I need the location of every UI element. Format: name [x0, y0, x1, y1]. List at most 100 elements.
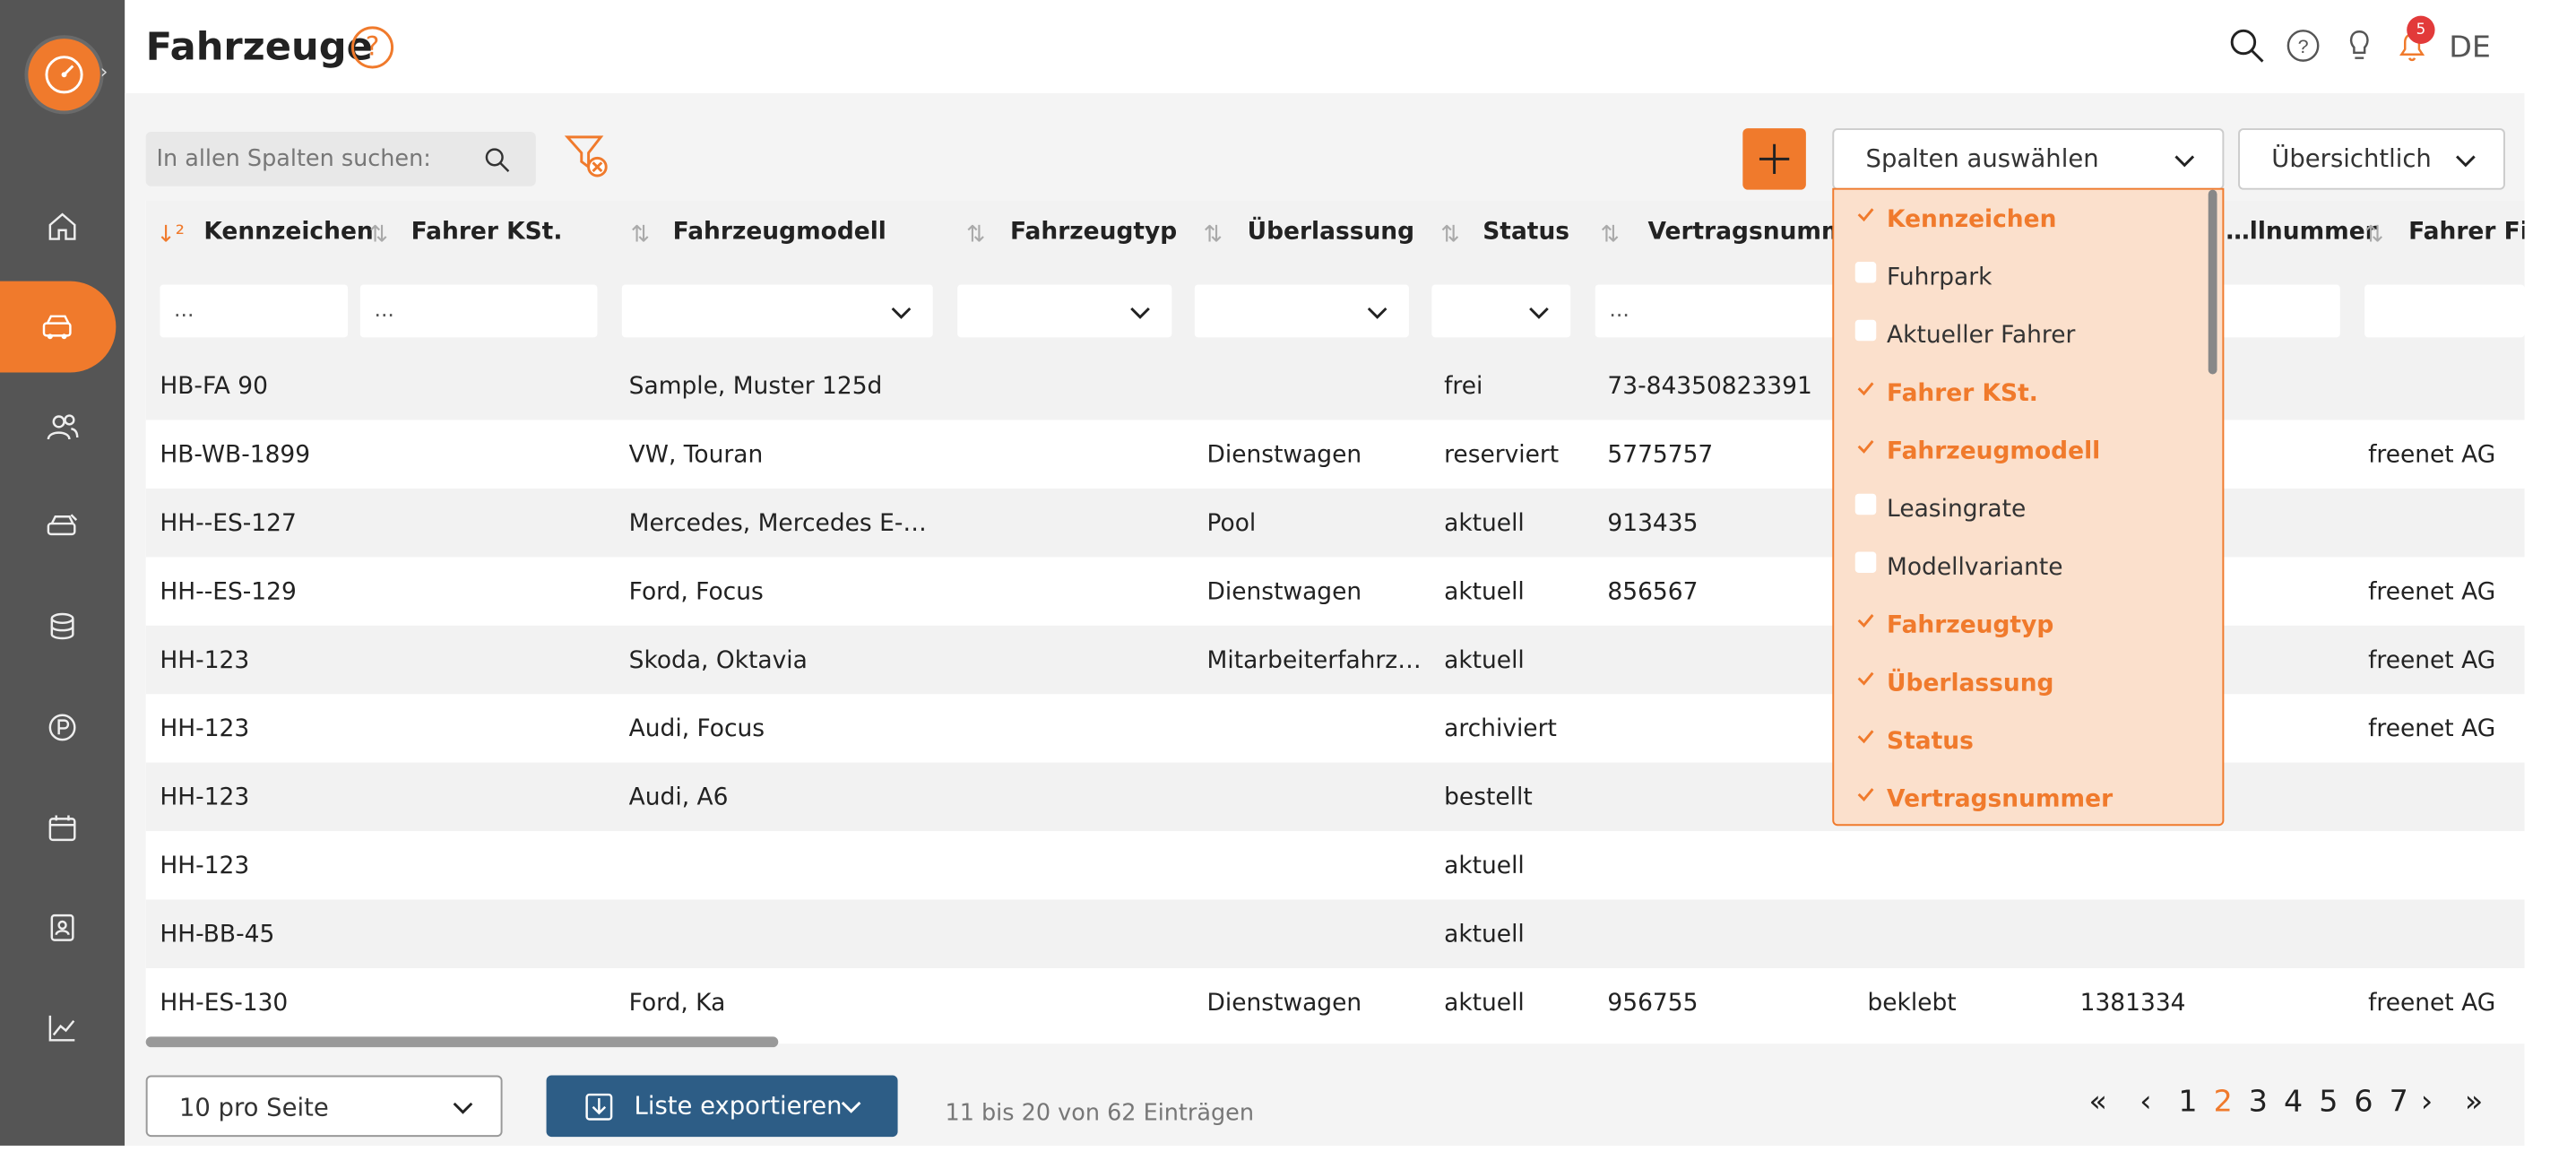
filter-fahrzeugmodell-select[interactable] [621, 284, 933, 338]
language-switcher[interactable]: DE [2449, 30, 2491, 65]
car-damage-icon[interactable] [0, 481, 125, 573]
page-number[interactable]: 3 [2249, 1084, 2268, 1119]
checkmark-icon[interactable] [1855, 668, 1877, 689]
col-ueberlassung[interactable]: Überlassung [1248, 218, 1414, 253]
search-icon[interactable] [2227, 26, 2266, 70]
column-option[interactable]: Überlassung [1834, 657, 2211, 715]
checkbox[interactable] [1854, 493, 1877, 515]
cell-status: aktuell [1444, 646, 1525, 674]
column-option[interactable]: Status [1834, 715, 2211, 774]
column-option[interactable]: Leasingrate [1834, 483, 2211, 541]
column-option[interactable]: Modellvariante [1834, 541, 2211, 600]
table-row[interactable]: HH-123 aktuell [146, 831, 2525, 899]
filter-fahrzeugtyp-select[interactable] [957, 284, 1172, 338]
per-page-select[interactable]: 10 pro Seite [145, 1075, 503, 1138]
filter-status-select[interactable] [1431, 284, 1571, 338]
cell-modell: Sample, Muster 125d [628, 372, 883, 400]
users-icon[interactable] [0, 381, 125, 472]
sort-icon[interactable]: ⇅ [2364, 221, 2383, 247]
col-fahrzeugtyp[interactable]: Fahrzeugtyp [1010, 218, 1177, 253]
cell-modell: Audi, Focus [628, 714, 765, 743]
dropdown-scrollbar[interactable] [2208, 189, 2217, 375]
next-page-icon[interactable]: › [2421, 1084, 2433, 1119]
cell-bestell: 1381334 [2079, 989, 2186, 1017]
cell-status: reserviert [1444, 440, 1560, 469]
col-fahrer-firma[interactable]: Fahrer Fi… [2408, 218, 2524, 253]
column-option[interactable]: Kennzeichen [1834, 194, 2211, 252]
vehicles-icon[interactable] [0, 281, 117, 373]
cell-firma: freenet AG [2368, 440, 2496, 469]
col-kennzeichen[interactable]: Kennzeichen [203, 218, 373, 253]
page-number[interactable]: 4 [2284, 1084, 2303, 1119]
sort-icon[interactable]: ⇅ [631, 221, 650, 247]
checkmark-icon[interactable] [1855, 203, 1877, 225]
page-number[interactable]: 2 [2214, 1084, 2233, 1119]
page-number[interactable]: 6 [2354, 1084, 2373, 1119]
cell-vertrag: 913435 [1607, 509, 1699, 537]
sort-active-icon[interactable]: ↓² [156, 221, 185, 247]
speedometer-logo-icon[interactable] [28, 39, 100, 111]
column-option[interactable]: Fahrer KSt. [1834, 368, 2211, 426]
page-number[interactable]: 5 [2319, 1084, 2338, 1119]
expand-sidebar-icon[interactable]: › [100, 62, 108, 84]
checkbox[interactable] [1854, 262, 1877, 283]
first-page-icon[interactable]: « [2088, 1084, 2106, 1119]
lightbulb-icon[interactable] [2340, 26, 2379, 70]
col-status[interactable]: Status [1482, 218, 1569, 253]
column-option-label: Modellvariante [1887, 553, 2063, 581]
column-option[interactable]: Fuhrpark [1834, 251, 2211, 309]
prev-page-icon[interactable]: ‹ [2139, 1084, 2151, 1119]
coins-icon[interactable] [0, 582, 125, 673]
calendar-icon[interactable] [0, 782, 125, 873]
add-vehicle-button[interactable] [1742, 128, 1806, 190]
checkmark-icon[interactable] [1855, 377, 1877, 399]
home-icon[interactable] [0, 181, 125, 273]
checkmark-icon[interactable] [1855, 610, 1877, 631]
checkbox[interactable] [1854, 551, 1877, 573]
table-row[interactable]: HH-ES-130 Ford, Ka Dienstwagen aktuell 95675… [146, 968, 2525, 1036]
cell-modell: VW, Touran [628, 440, 764, 469]
page-number[interactable]: 7 [2390, 1084, 2408, 1119]
checkbox[interactable] [1854, 319, 1877, 342]
filter-vertragsnummer-input[interactable]: ... [1595, 284, 1842, 338]
filter-fahrer-kst-input[interactable]: ... [359, 284, 598, 338]
filter-firma-input[interactable] [2364, 284, 2525, 338]
filter-bestellnummer-input[interactable] [2215, 284, 2340, 338]
view-select[interactable]: Übersichtlich [2238, 128, 2505, 190]
help-icon[interactable]: ? [351, 26, 394, 69]
chart-icon[interactable] [0, 983, 125, 1074]
chevron-down-icon [2456, 155, 2476, 168]
column-option[interactable]: Fahrzeugtyp [1834, 599, 2211, 657]
contacts-icon[interactable] [0, 882, 125, 974]
clear-filter-icon[interactable] [562, 130, 615, 186]
cell-kennzeichen: HH-ES-130 [160, 989, 289, 1017]
col-bestellnummer[interactable]: …llnummer [2226, 218, 2376, 253]
horizontal-scrollbar[interactable] [145, 1036, 779, 1048]
col-fahrzeugmodell[interactable]: Fahrzeugmodell [673, 218, 886, 253]
column-option[interactable]: Vertragsnummer [1834, 773, 2211, 824]
sort-icon[interactable]: ⇅ [966, 221, 985, 247]
checkmark-icon[interactable] [1855, 436, 1877, 457]
export-list-button[interactable]: Liste exportieren [546, 1075, 898, 1138]
filter-ueberlassung-select[interactable] [1194, 284, 1409, 338]
checkmark-icon[interactable] [1855, 725, 1877, 747]
chevron-down-icon [1367, 307, 1387, 319]
sort-icon[interactable]: ⇅ [1601, 221, 1620, 247]
filter-kennzeichen-input[interactable]: ... [160, 284, 349, 338]
last-page-icon[interactable]: » [2465, 1084, 2483, 1119]
column-option[interactable]: Fahrzeugmodell [1834, 425, 2211, 483]
search-icon[interactable] [483, 146, 511, 178]
col-fahrer-kst[interactable]: Fahrer KSt. [411, 218, 563, 253]
checkmark-icon[interactable] [1855, 784, 1877, 805]
sort-icon[interactable]: ⇅ [1204, 221, 1223, 247]
columns-select[interactable]: Spalten auswählen [1832, 128, 2225, 190]
sort-icon[interactable]: ⇅ [369, 221, 388, 247]
column-option[interactable]: Aktueller Fahrer [1834, 309, 2211, 368]
search-input[interactable]: In allen Spalten suchen: [145, 132, 536, 186]
page-number[interactable]: 1 [2178, 1084, 2197, 1119]
parking-icon[interactable] [0, 681, 125, 773]
question-icon[interactable]: ? [2284, 26, 2322, 70]
sort-icon[interactable]: ⇅ [1440, 221, 1459, 247]
table-row[interactable]: HH-BB-45 aktuell [145, 899, 2525, 968]
chevron-down-icon [1529, 307, 1549, 319]
